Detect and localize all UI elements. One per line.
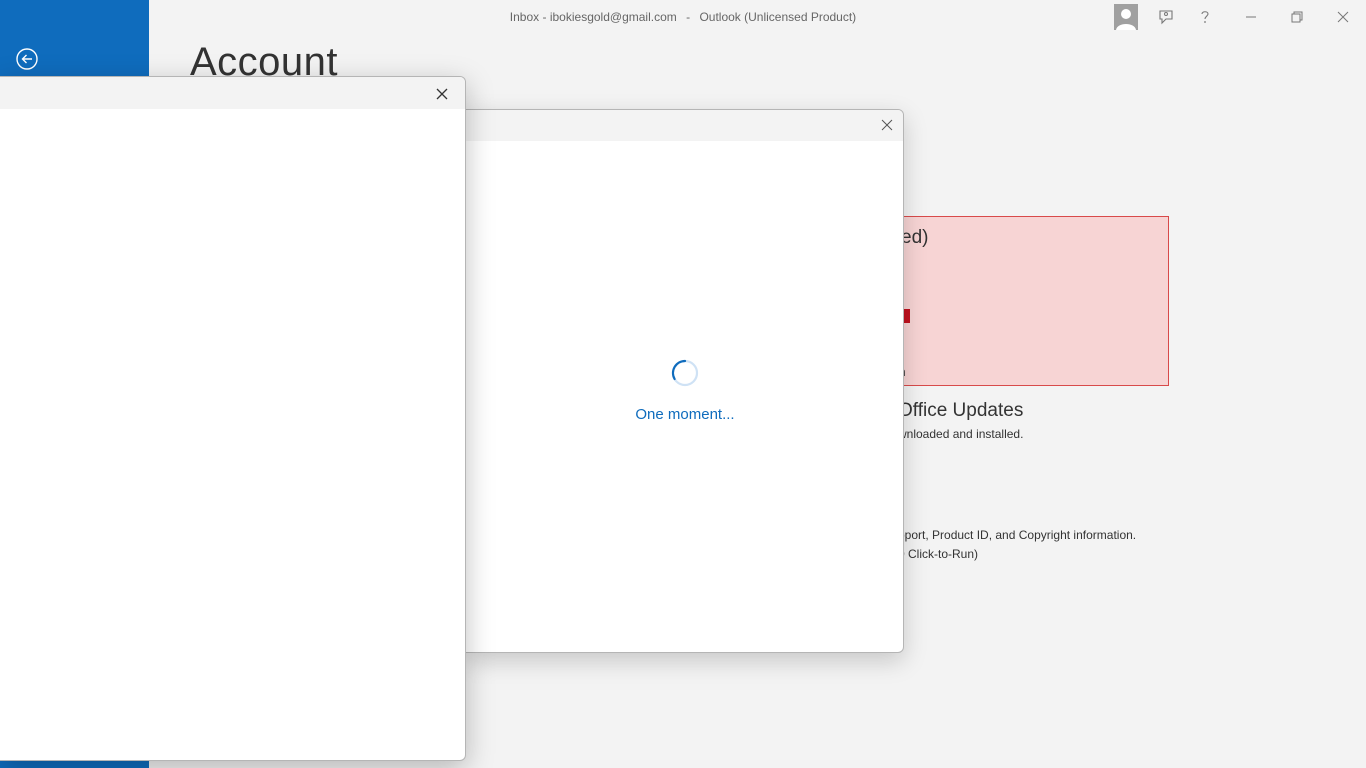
title-folder: Inbox — [509, 10, 540, 24]
office-updates-description: wnloaded and installed. — [898, 427, 1024, 441]
loading-dialog-close-button[interactable] — [875, 113, 899, 137]
close-icon — [1337, 11, 1349, 23]
about-description: pport, Product ID, and Copyright informa… — [898, 528, 1137, 542]
window-title: Inbox - ibokiesgold@gmail.com - Outlook … — [149, 10, 1217, 24]
loading-spinner-icon — [671, 359, 699, 387]
minimize-icon — [1246, 16, 1256, 18]
title-account: ibokiesgold@gmail.com — [549, 10, 677, 24]
restore-button[interactable] — [1282, 4, 1312, 30]
loading-status-text: One moment... — [635, 406, 735, 423]
help-button[interactable] — [1190, 4, 1220, 30]
product-card-title: ed) — [901, 227, 929, 248]
loading-dialog: One moment... — [466, 109, 904, 653]
minimize-button[interactable] — [1236, 4, 1266, 30]
blank-dialog-close-button[interactable] — [430, 82, 454, 106]
title-app: Outlook (Unlicensed Product) — [699, 10, 857, 24]
blank-dialog-header — [0, 77, 465, 109]
title-separator: - — [686, 10, 691, 24]
title-bar: Inbox - ibokiesgold@gmail.com - Outlook … — [149, 0, 1366, 34]
help-icon — [1201, 11, 1209, 23]
account-avatar-button[interactable] — [1114, 4, 1138, 30]
close-icon — [436, 88, 448, 100]
close-icon — [881, 119, 893, 131]
restore-icon — [1291, 11, 1303, 23]
back-button[interactable] — [15, 47, 39, 71]
feedback-button[interactable] — [1151, 4, 1181, 30]
office-updates-heading: Office Updates — [898, 400, 1024, 421]
title-separator: - — [542, 10, 547, 24]
loading-dialog-header — [466, 110, 903, 141]
feedback-icon — [1159, 10, 1173, 25]
blank-dialog — [0, 76, 466, 761]
about-version: 0 Click-to-Run) — [898, 547, 979, 561]
user-avatar-icon — [1114, 4, 1138, 30]
close-window-button[interactable] — [1328, 4, 1358, 30]
back-arrow-circle-icon — [16, 48, 38, 70]
